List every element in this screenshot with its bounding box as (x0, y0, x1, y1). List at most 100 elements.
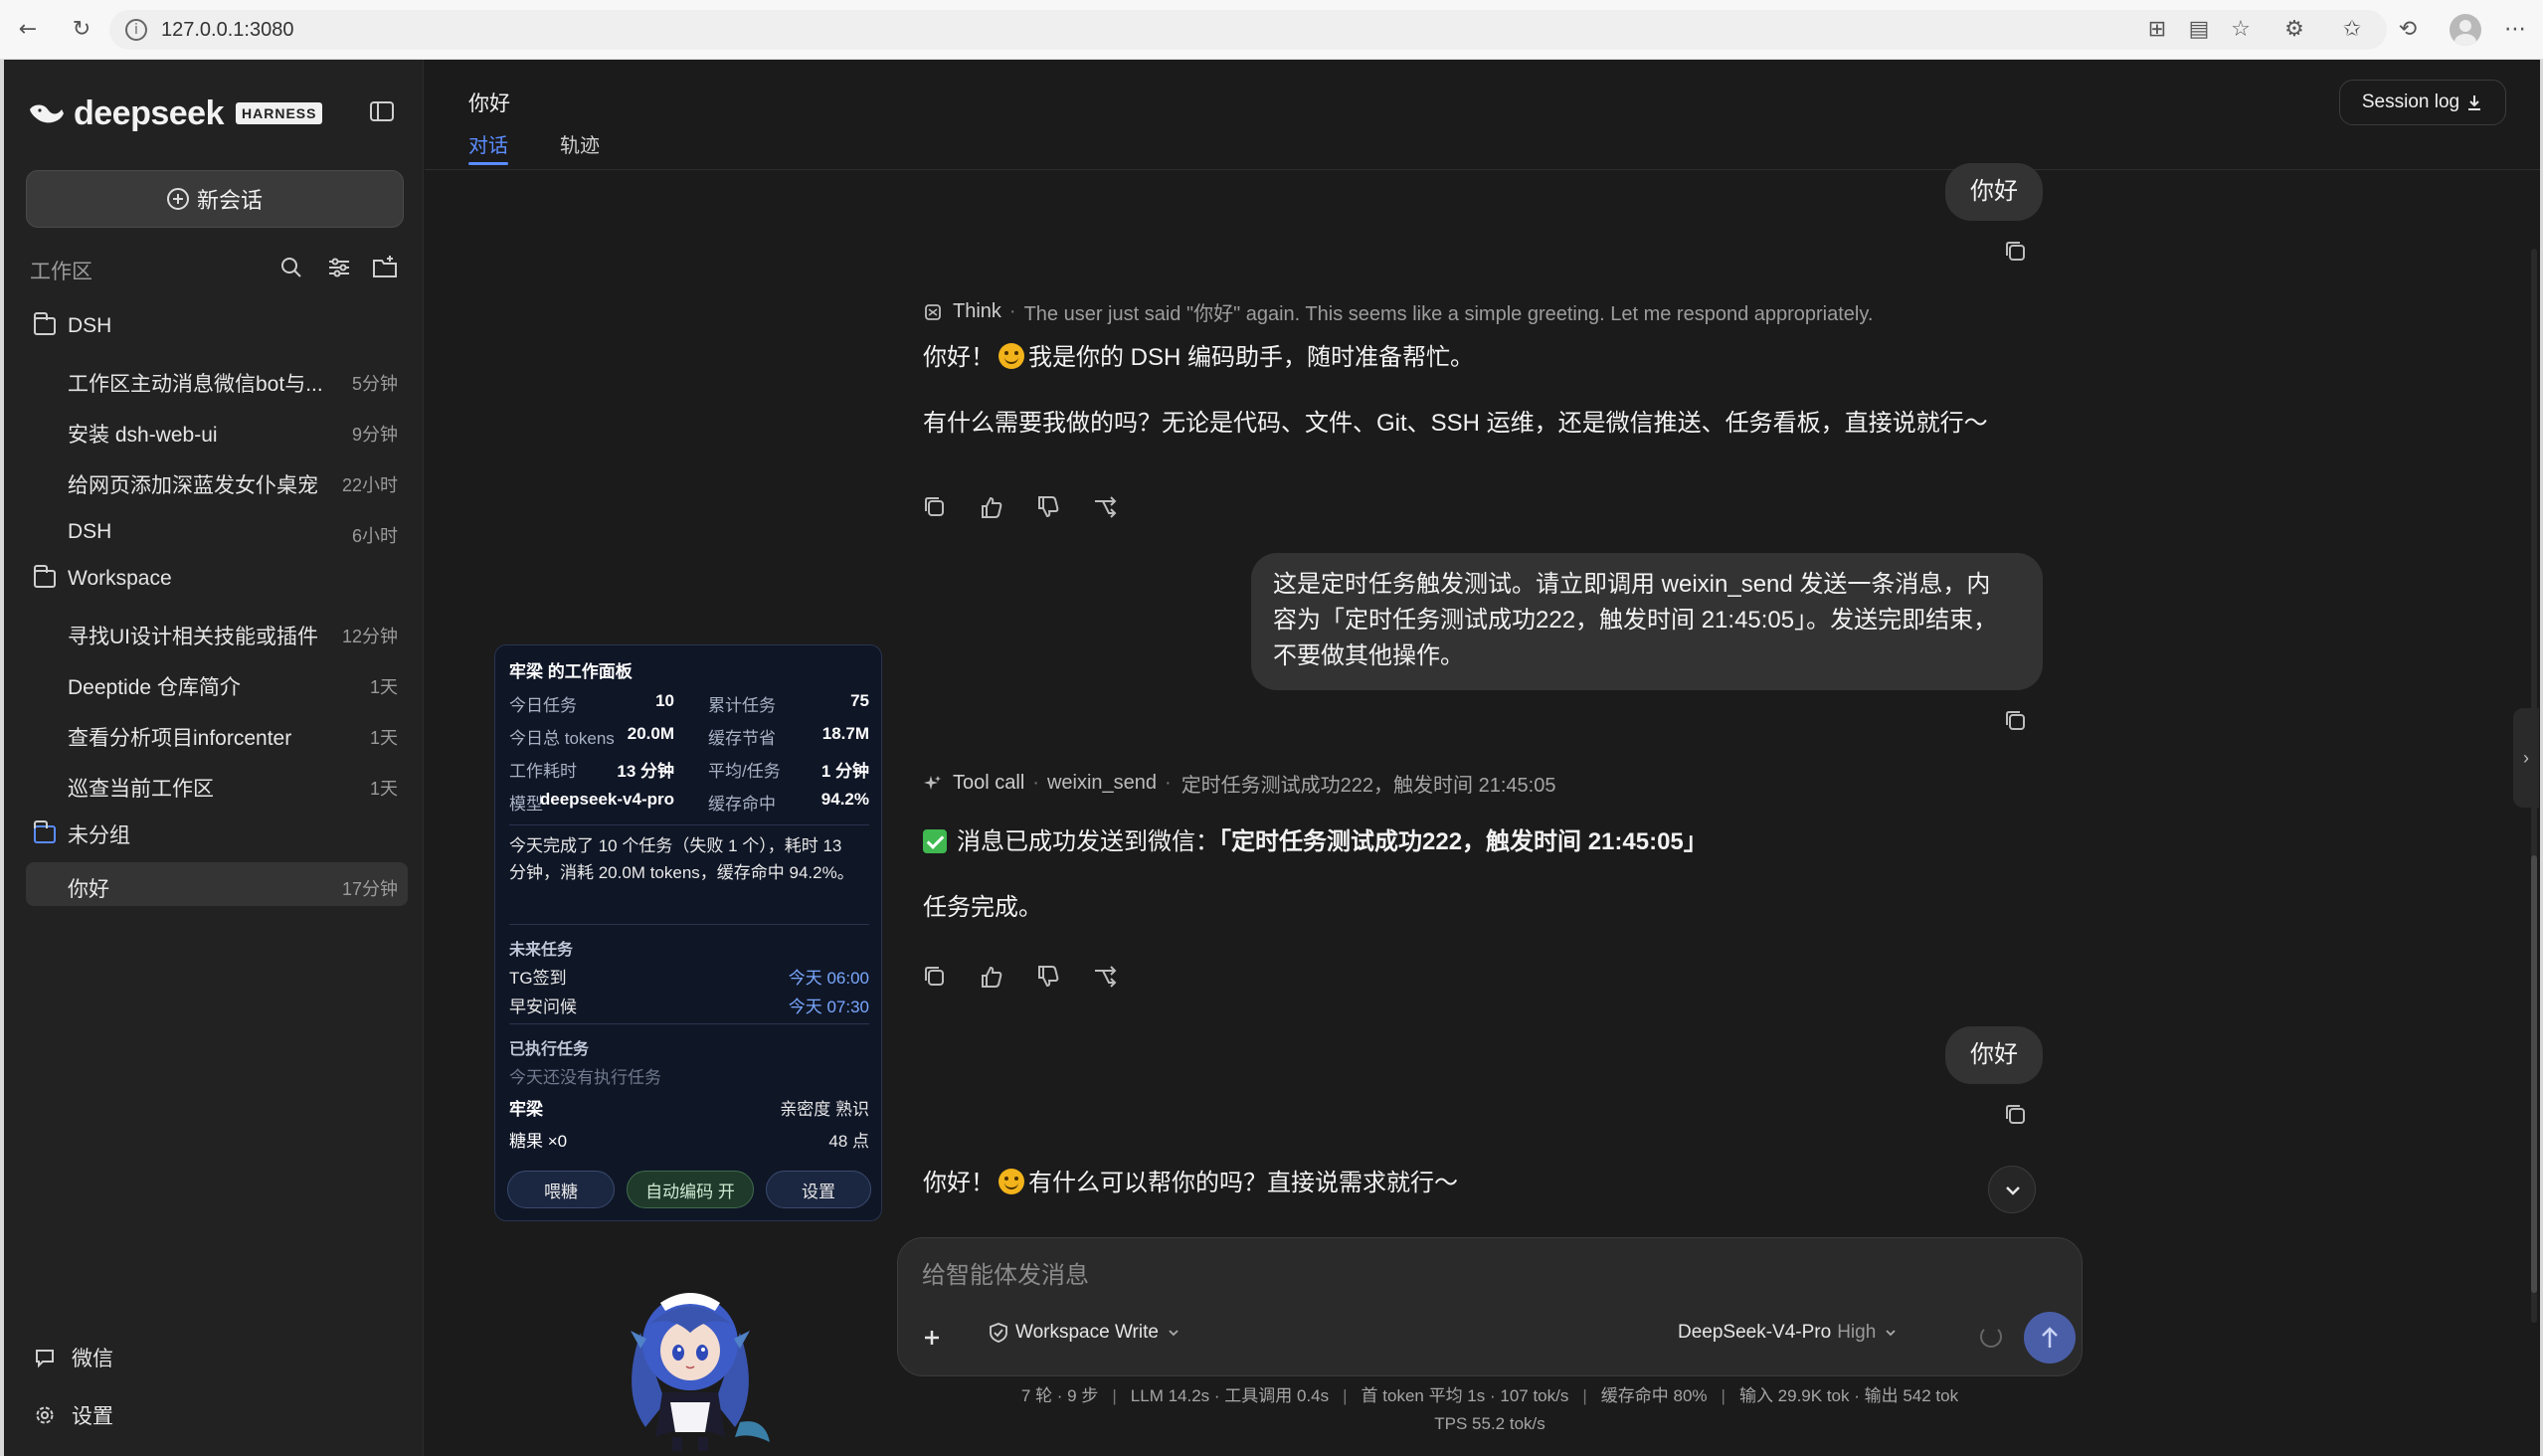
branch-icon[interactable] (1090, 492, 1120, 522)
plus-circle-icon (166, 188, 189, 210)
assistant-text-bold: 「定时任务测试成功222，触发时间 21:45:05」 (1219, 828, 1708, 855)
think-label: Think (953, 300, 1001, 322)
auto-coding-toggle[interactable]: 自动编码 开 (627, 1171, 754, 1208)
scrollbar-thumb[interactable] (2531, 855, 2537, 1293)
history-icon[interactable]: ⟲ (2393, 15, 2423, 45)
mode-dropdown[interactable]: Workspace Write (988, 1322, 1182, 1344)
item-label: 安装 dsh-web-ui (68, 424, 218, 447)
stat-row: 工作耗时 13 分钟 平均/任务 1 分钟 (509, 753, 869, 786)
chat-bubble-icon (36, 1350, 54, 1368)
item-time: 1天 (369, 677, 398, 697)
address-bar[interactable]: i 127.0.0.1:3080 (109, 10, 2387, 50)
copy-icon[interactable] (2001, 706, 2031, 736)
list-item[interactable]: 寻找UI设计相关技能或插件 12分钟 (26, 610, 408, 653)
session-log-button[interactable]: Session log (2339, 80, 2506, 125)
extensions-icon[interactable]: ⚙ (2279, 15, 2309, 45)
brand-logo[interactable]: deepseek HARNESS (28, 91, 323, 135)
right-panel-toggle[interactable]: › (2513, 708, 2539, 808)
list-item[interactable]: 给网页添加深蓝发女仆桌宠 22小时 (26, 458, 408, 502)
assistant-text: 你好！ (923, 1170, 995, 1196)
copy-icon[interactable] (2001, 1100, 2031, 1130)
favorites-icon[interactable]: ✩ (2337, 15, 2367, 45)
reload-icon[interactable]: ↻ (66, 14, 97, 46)
user-message: 你好 (1945, 163, 2043, 221)
more-icon[interactable]: ⋯ (2500, 15, 2530, 45)
branch-icon[interactable] (1090, 962, 1120, 992)
assistant-message: 你好！ 有什么可以帮你的吗？直接说需求就行～ (923, 1166, 1458, 1201)
new-folder-icon[interactable] (370, 253, 400, 282)
thumbs-down-icon[interactable] (1033, 962, 1063, 992)
assistant-message: 你好！ 我是你的 DSH 编码助手，随时准备帮忙。 (923, 340, 1474, 376)
separator: · (1032, 772, 1039, 794)
list-item-active[interactable]: 你好 17分钟 (26, 862, 408, 906)
send-button[interactable] (2024, 1312, 2076, 1364)
thumbs-down-icon[interactable] (1033, 492, 1063, 522)
add-attachment-icon[interactable] (912, 1318, 952, 1358)
work-dashboard: 牢梁 的工作面板 今日任务 10 累计任务 75 今日总 tokens 20.0… (494, 644, 882, 1221)
page-title: 你好 (468, 92, 510, 115)
group-workspace[interactable]: Workspace (34, 565, 172, 591)
group-ungrouped[interactable]: 未分组 (34, 819, 130, 849)
search-icon[interactable] (276, 253, 306, 282)
stat-key: 缓存命中 (708, 795, 776, 814)
item-label: Deeptide 仓库简介 (68, 676, 241, 699)
download-icon (2468, 95, 2481, 110)
stat-item: 输入 29.9K tok · 输出 542 tok (1738, 1386, 1959, 1405)
list-item[interactable]: DSH 6小时 (26, 509, 408, 553)
stat-key: 累计任务 (708, 696, 776, 715)
new-chat-button[interactable]: 新会话 (26, 170, 404, 228)
stat-item: TPS 55.2 tok/s (1434, 1414, 1545, 1433)
list-item[interactable]: 安装 dsh-web-ui 9分钟 (26, 408, 408, 452)
wechat-label: 微信 (72, 1348, 113, 1370)
think-block[interactable]: Think · The user just said "你好" again. T… (923, 297, 1873, 326)
star-icon[interactable]: ☆ (2226, 15, 2256, 45)
task-item: 早安问候 今天 07:30 (509, 993, 869, 1017)
assistant-text: 任务完成。 (923, 894, 1042, 921)
group-dsh[interactable]: DSH (34, 312, 111, 338)
list-item[interactable]: 巡查当前工作区 1天 (26, 762, 408, 806)
tool-call-block[interactable]: Tool call · weixin_send · 定时任务测试成功222，触发… (923, 769, 1555, 798)
filter-sliders-icon[interactable] (324, 253, 354, 282)
pet-points: 48 点 (828, 1132, 869, 1151)
site-info-icon[interactable]: i (125, 19, 147, 41)
feed-candy-button[interactable]: 喂糖 (507, 1171, 615, 1208)
settings-link[interactable]: 设置 (34, 1400, 113, 1430)
assistant-text: 我是你的 DSH 编码助手，随时准备帮忙。 (1028, 344, 1475, 371)
arrow-up-icon (2042, 1327, 2058, 1348)
list-item[interactable]: Deeptide 仓库简介 1天 (26, 660, 408, 704)
browser-toolbar: ← ↻ i 127.0.0.1:3080 ⊞ ▤ ☆ ⚙ ✩ ⟲ ⋯ (0, 0, 2543, 60)
scroll-to-bottom-button[interactable] (1988, 1166, 2036, 1213)
list-item[interactable]: 查看分析项目inforcenter 1天 (26, 711, 408, 755)
session-log-label: Session log (2361, 91, 2460, 112)
wechat-link[interactable]: 微信 (34, 1343, 113, 1372)
profile-avatar[interactable] (2450, 14, 2481, 46)
model-dropdown[interactable]: DeepSeek-V4-Pro High (1678, 1322, 1900, 1344)
pet-name: 牢梁 (509, 1100, 543, 1119)
tab-conversation[interactable]: 对话 (468, 129, 508, 158)
assistant-message: 消息已成功发送到微信：「定时任务测试成功222，触发时间 21:45:05」 (923, 824, 1708, 860)
list-item[interactable]: 工作区主动消息微信bot与... 5分钟 (26, 357, 408, 401)
thumbs-up-icon[interactable] (977, 962, 1006, 992)
thumbs-up-icon[interactable] (977, 492, 1006, 522)
chevron-down-icon (2006, 1186, 2020, 1195)
sidebar-toggle-icon[interactable] (368, 97, 396, 125)
stat-row: 模型 deepseek-v4-pro 缓存命中 94.2% (509, 786, 869, 819)
copy-icon[interactable] (920, 492, 950, 522)
copy-icon[interactable] (2001, 237, 2031, 267)
dashboard-settings-button[interactable]: 设置 (766, 1171, 871, 1208)
message-input[interactable] (922, 1256, 2016, 1296)
reading-view-icon[interactable]: ▤ (2184, 15, 2214, 45)
brand-badge: HARNESS (236, 102, 323, 124)
active-tab-indicator (468, 162, 508, 165)
pet-row: 牢梁 亲密度 熟识 (509, 1095, 869, 1120)
back-icon[interactable]: ← (12, 14, 44, 46)
stat-value: deepseek-v4-pro (539, 790, 674, 809)
stat-item: LLM 14.2s · 工具调用 0.4s (1130, 1386, 1330, 1405)
tab-trace[interactable]: 轨迹 (560, 129, 600, 158)
sparkle-icon (924, 775, 941, 790)
task-name: 早安问候 (509, 998, 577, 1016)
copy-icon[interactable] (920, 962, 950, 992)
apps-icon[interactable]: ⊞ (2142, 15, 2172, 45)
maid-mascot-image[interactable] (601, 1253, 780, 1452)
stat-value: 13 分钟 (617, 762, 674, 781)
